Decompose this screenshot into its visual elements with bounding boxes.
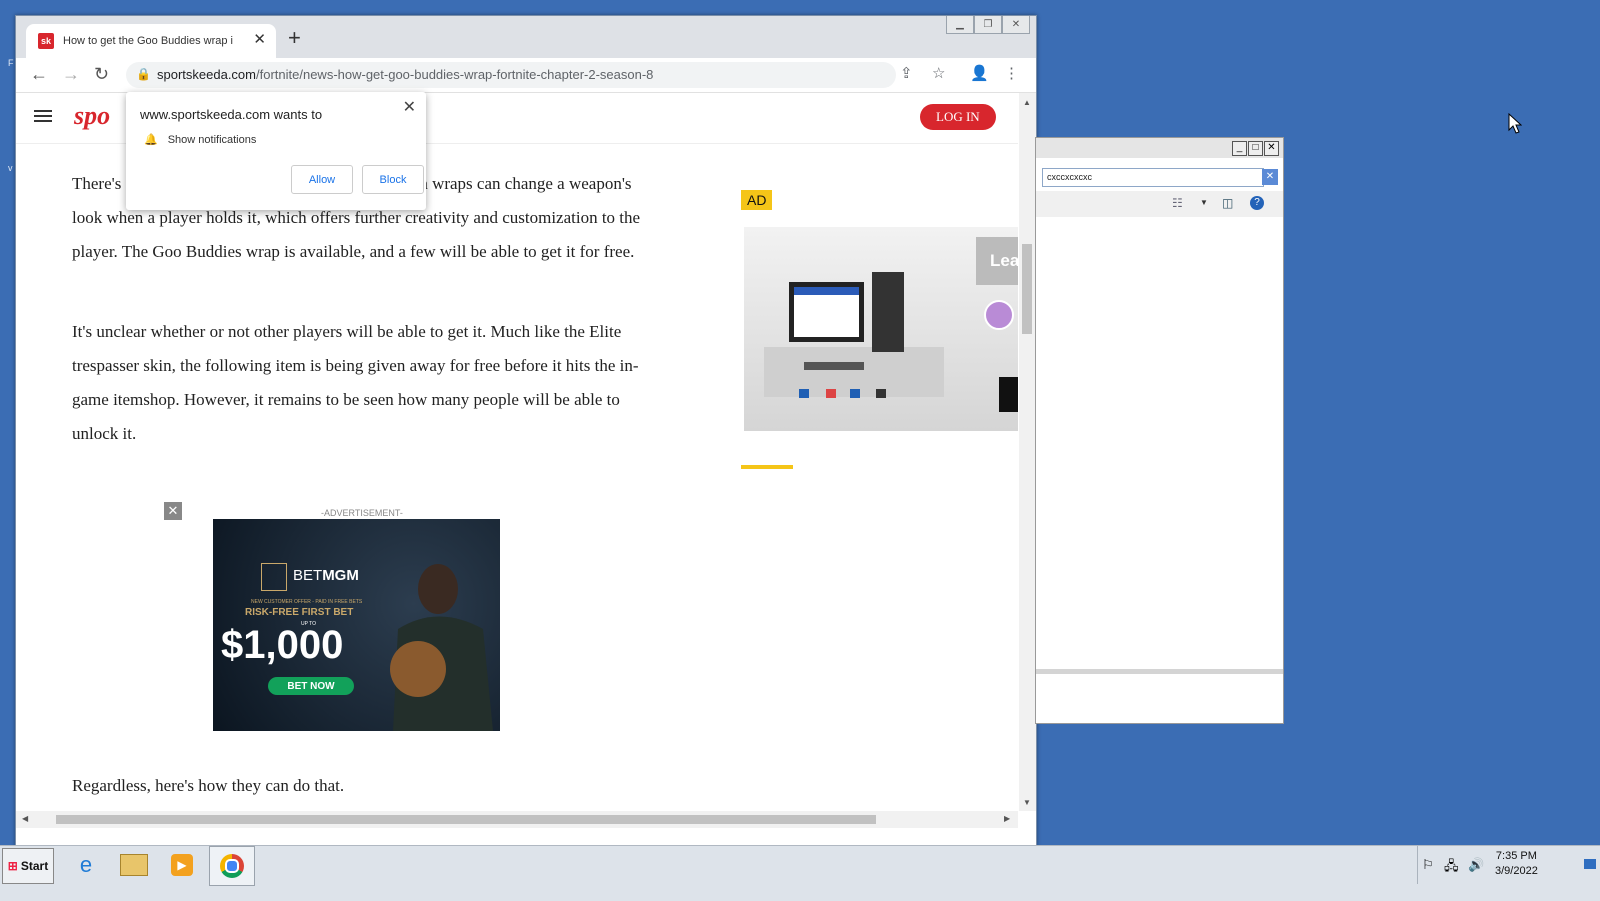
restore-button[interactable]: ❐: [974, 16, 1002, 34]
hamburger-menu-icon[interactable]: [34, 107, 52, 125]
advertisement-label: -ADVERTISEMENT-: [321, 508, 403, 518]
popup-permission-row: 🔔 Show notifications: [144, 133, 257, 147]
bell-icon: 🔔: [144, 134, 158, 146]
block-button[interactable]: Block: [362, 165, 424, 194]
vertical-scrollbar[interactable]: ▲ ▼: [1019, 93, 1036, 811]
close-window-button[interactable]: ✕: [1002, 16, 1030, 34]
side-maximize-button[interactable]: □: [1248, 141, 1263, 156]
side-splitter[interactable]: [1036, 669, 1283, 674]
flag-icon[interactable]: ⚐: [1422, 857, 1434, 873]
media-player-icon[interactable]: ▶: [160, 846, 204, 884]
browser-tab[interactable]: sk How to get the Goo Buddies wrap in Fo…: [26, 24, 276, 58]
windows-logo-icon: ⊞: [7, 859, 18, 873]
tab-strip: sk How to get the Goo Buddies wrap in Fo…: [16, 16, 1036, 58]
site-logo[interactable]: spo: [74, 101, 110, 131]
popup-title: www.sportskeeda.com wants to: [140, 107, 323, 122]
forward-button[interactable]: →: [62, 64, 80, 84]
show-desktop-icon[interactable]: [1584, 859, 1596, 869]
vertical-scroll-thumb[interactable]: [1022, 244, 1032, 334]
profile-icon[interactable]: 👤: [970, 65, 989, 83]
tab-close-icon[interactable]: ✕: [253, 32, 266, 48]
desktop-icon-fragment: F: [8, 58, 14, 68]
help-icon[interactable]: ?: [1250, 196, 1264, 210]
url-text: sportskeeda.com/fortnite/news-how-get-go…: [157, 67, 654, 82]
side-minimize-button[interactable]: _: [1232, 141, 1247, 156]
minimize-button[interactable]: ▁: [946, 16, 974, 34]
ad-divider: [741, 465, 793, 469]
share-icon[interactable]: ⇪: [900, 65, 913, 83]
back-button[interactable]: ←: [30, 64, 48, 84]
betmgm-ad[interactable]: BETMGM NEW CUSTOMER OFFER - PAID IN FREE…: [213, 519, 500, 731]
window-controls: ▁ ❐ ✕: [946, 16, 1030, 34]
popup-close-icon[interactable]: ✕: [403, 97, 416, 117]
taskbar: ⊞ Start e ▶ ⚐ 🖧 🔊 7:35 PM 3/9/2022: [0, 845, 1600, 901]
notification-permission-popup: www.sportskeeda.com wants to ✕ 🔔 Show no…: [126, 92, 426, 210]
start-button[interactable]: ⊞ Start: [2, 848, 54, 884]
athlete-with-basketball: [390, 564, 493, 731]
side-close-button[interactable]: ✕: [1264, 141, 1279, 156]
horizontal-scrollbar[interactable]: ◀ ▶: [16, 811, 1018, 828]
view-options-icon[interactable]: ☷: [1172, 196, 1183, 210]
file-explorer-icon[interactable]: [112, 846, 156, 884]
side-search-clear-icon[interactable]: ✕: [1262, 169, 1278, 185]
browser-window: sk How to get the Goo Buddies wrap in Fo…: [15, 15, 1037, 847]
side-toolbar: ☷ ▼ ◫ ?: [1036, 191, 1283, 217]
side-search-input[interactable]: cxccxcxcxc: [1042, 168, 1264, 187]
bookmark-star-icon[interactable]: ☆: [932, 65, 945, 83]
chrome-icon[interactable]: [209, 846, 255, 886]
address-bar[interactable]: 🔒 sportskeeda.com/fortnite/news-how-get-…: [126, 62, 896, 88]
horizontal-scroll-thumb[interactable]: [56, 815, 876, 824]
ad-tag: AD: [741, 190, 773, 210]
ad-close-icon[interactable]: ✕: [164, 502, 182, 520]
new-tab-button[interactable]: +: [288, 27, 301, 49]
mouse-cursor-icon: [1508, 113, 1522, 134]
side-window: _ □ ✕ cxccxcxcxc ✕ ☷ ▼ ◫ ?: [1035, 137, 1284, 724]
volume-icon[interactable]: 🔊: [1468, 857, 1484, 873]
site-favicon: sk: [38, 33, 54, 49]
allow-button[interactable]: Allow: [291, 165, 353, 194]
clock[interactable]: 7:35 PM 3/9/2022: [1495, 849, 1538, 879]
tab-title: How to get the Goo Buddies wrap in Fortn…: [63, 35, 233, 47]
ad-side-text: Lea: [990, 251, 1018, 270]
chevron-down-icon[interactable]: ▼: [1200, 198, 1208, 207]
article-paragraph: Regardless, here's how they can do that.: [72, 776, 345, 795]
article-paragraph: It's unclear whether or not other player…: [72, 322, 639, 443]
network-icon[interactable]: 🖧: [1444, 857, 1459, 879]
desktop-icon-fragment: v: [8, 163, 13, 173]
preview-pane-icon[interactable]: ◫: [1222, 196, 1233, 210]
side-window-titlebar: _ □ ✕: [1036, 138, 1283, 158]
lock-icon[interactable]: 🔒: [136, 67, 151, 81]
computer-illustration: [764, 237, 1018, 412]
login-button[interactable]: LOG IN: [920, 104, 996, 130]
browser-toolbar: ← → ↻ 🔒 sportskeeda.com/fortnite/news-ho…: [16, 58, 1036, 93]
menu-kebab-icon[interactable]: ⋮: [1004, 65, 1019, 83]
reload-button[interactable]: ↻: [94, 64, 109, 84]
internet-explorer-icon[interactable]: e: [64, 846, 108, 884]
ad-image[interactable]: Lea: [744, 227, 1018, 431]
